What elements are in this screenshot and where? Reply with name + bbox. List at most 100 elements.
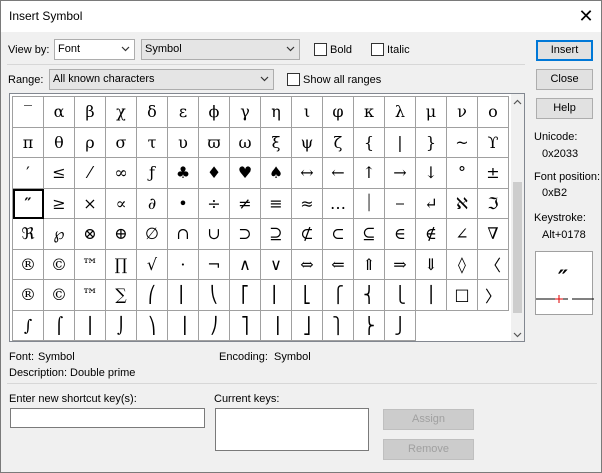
symbol-cell[interactable]: ε [168,97,199,128]
current-keys-list[interactable] [215,408,369,451]
symbol-cell[interactable]: ⊕ [106,219,137,250]
scrollbar-thumb[interactable] [513,182,522,313]
symbol-cell[interactable]: ‾ [13,97,44,128]
symbol-cell[interactable]: ∅ [137,219,168,250]
symbol-cell[interactable]: ∇ [478,219,509,250]
symbol-cell[interactable]: ↵ [416,188,447,219]
symbol-cell[interactable]: ↓ [416,158,447,189]
symbol-cell[interactable]: ⎡ [230,280,261,311]
symbol-cell[interactable]: ™ [75,249,106,280]
symbol-cell[interactable]: ′ [13,158,44,189]
symbol-cell[interactable]: ∩ [168,219,199,250]
symbol-cell[interactable]: ℑ [478,188,509,219]
font-select[interactable]: Symbol [141,39,300,60]
symbol-cell[interactable]: ⇔ [292,249,323,280]
symbol-cell[interactable]: × [75,188,106,219]
assign-button[interactable]: Assign [383,409,474,430]
symbol-cell[interactable]: ζ [323,127,354,158]
italic-checkbox[interactable] [371,43,384,56]
symbol-cell[interactable]: ∪ [199,219,230,250]
symbol-cell[interactable]: α [44,97,75,128]
symbol-cell[interactable]: θ [44,127,75,158]
symbol-cell[interactable]: ∝ [106,188,137,219]
symbol-cell[interactable]: λ [385,97,416,128]
symbol-cell[interactable]: ⊃ [230,219,261,250]
symbol-cell[interactable]: ⇑ [354,249,385,280]
symbol-cell[interactable]: ⊗ [75,219,106,250]
symbol-cell[interactable]: √ [137,249,168,280]
symbol-cell[interactable]: μ [416,97,447,128]
symbol-cell[interactable]: 〈 [478,249,509,280]
scroll-down-icon[interactable] [513,330,522,339]
insert-button[interactable]: Insert [536,40,593,61]
close-button[interactable]: Close [536,69,593,90]
symbol-cell[interactable]: ≠ [230,188,261,219]
symbol-cell[interactable]: ± [478,158,509,189]
symbol-cell[interactable]: ∈ [385,219,416,250]
symbol-cell[interactable]: ⎮ [75,310,106,341]
symbol-cell[interactable]: ι [292,97,323,128]
symbol-cell[interactable]: ⊄ [292,219,323,250]
symbol-cell[interactable]: ♦ [199,158,230,189]
symbol-cell[interactable]: □ [447,280,478,311]
symbol-cell[interactable]: ◊ [447,249,478,280]
remove-button[interactable]: Remove [383,439,474,460]
symbol-cell[interactable]: ⎫ [323,310,354,341]
symbol-cell[interactable]: ⏐ [354,188,385,219]
symbol-cell[interactable]: ⌠ [44,310,75,341]
symbol-cell[interactable]: τ [137,127,168,158]
symbol-cell[interactable]: ℘ [44,219,75,250]
symbol-cell[interactable]: ⇒ [385,249,416,280]
symbol-cell[interactable]: ℵ [447,188,478,219]
symbol-cell[interactable]: ← [323,158,354,189]
symbol-cell[interactable]: ο [478,97,509,128]
symbol-cell[interactable]: γ [230,97,261,128]
symbol-cell[interactable]: ∫ [13,310,44,341]
symbol-cell[interactable]: η [261,97,292,128]
symbol-cell[interactable]: ⇓ [416,249,447,280]
symbol-cell[interactable]: ⎨ [354,280,385,311]
symbol-cell[interactable]: ⎢ [261,280,292,311]
symbol-cell[interactable]: ⎣ [292,280,323,311]
symbol-cell[interactable]: ⎛ [137,280,168,311]
symbol-cell[interactable]: ⎦ [292,310,323,341]
grid-scrollbar[interactable] [511,94,524,341]
symbol-cell[interactable]: ⎤ [230,310,261,341]
symbol-cell[interactable]: φ [323,97,354,128]
symbol-cell[interactable]: ⊂ [323,219,354,250]
symbol-cell[interactable]: ρ [75,127,106,158]
symbol-cell[interactable]: ∑ [106,280,137,311]
range-select[interactable]: All known characters [49,69,274,90]
symbol-cell[interactable]: ∏ [106,249,137,280]
symbol-cell[interactable]: ≈ [292,188,323,219]
symbol-cell[interactable]: ↑ [354,158,385,189]
new-shortcut-input[interactable] [10,408,205,428]
symbol-cell[interactable]: ♣ [168,158,199,189]
symbol-cell[interactable]: ⎬ [354,310,385,341]
symbol-cell[interactable]: ⊆ [354,219,385,250]
symbol-cell[interactable]: ∨ [261,249,292,280]
symbol-cell[interactable]: … [323,188,354,219]
symbol-cell[interactable]: ↔ [292,158,323,189]
symbol-cell[interactable]: ⎞ [137,310,168,341]
symbol-cell[interactable]: ° [447,158,478,189]
show-all-ranges-checkbox[interactable] [287,73,300,86]
symbol-cell[interactable]: ⁄ [75,158,106,189]
symbol-cell[interactable]: ™ [75,280,106,311]
symbol-cell[interactable]: ⎝ [199,280,230,311]
close-icon[interactable]: ✕ [573,5,599,27]
symbol-cell[interactable]: ⎠ [199,310,230,341]
symbol-cell[interactable]: 〉 [478,280,509,311]
symbol-cell[interactable]: ⎩ [385,280,416,311]
symbol-cell[interactable]: ® [13,280,44,311]
symbol-cell[interactable]: © [44,249,75,280]
symbol-cell[interactable]: χ [106,97,137,128]
symbol-cell[interactable]: } [416,127,447,158]
symbol-cell[interactable]: ϕ [199,97,230,128]
symbol-cell[interactable]: ≤ [44,158,75,189]
help-button[interactable]: Help [536,98,593,119]
symbol-cell[interactable]: ν [447,97,478,128]
symbol-cell[interactable]: ″ [13,188,44,219]
symbol-cell[interactable]: ⋅ [168,249,199,280]
symbol-cell[interactable]: ϒ [478,127,509,158]
